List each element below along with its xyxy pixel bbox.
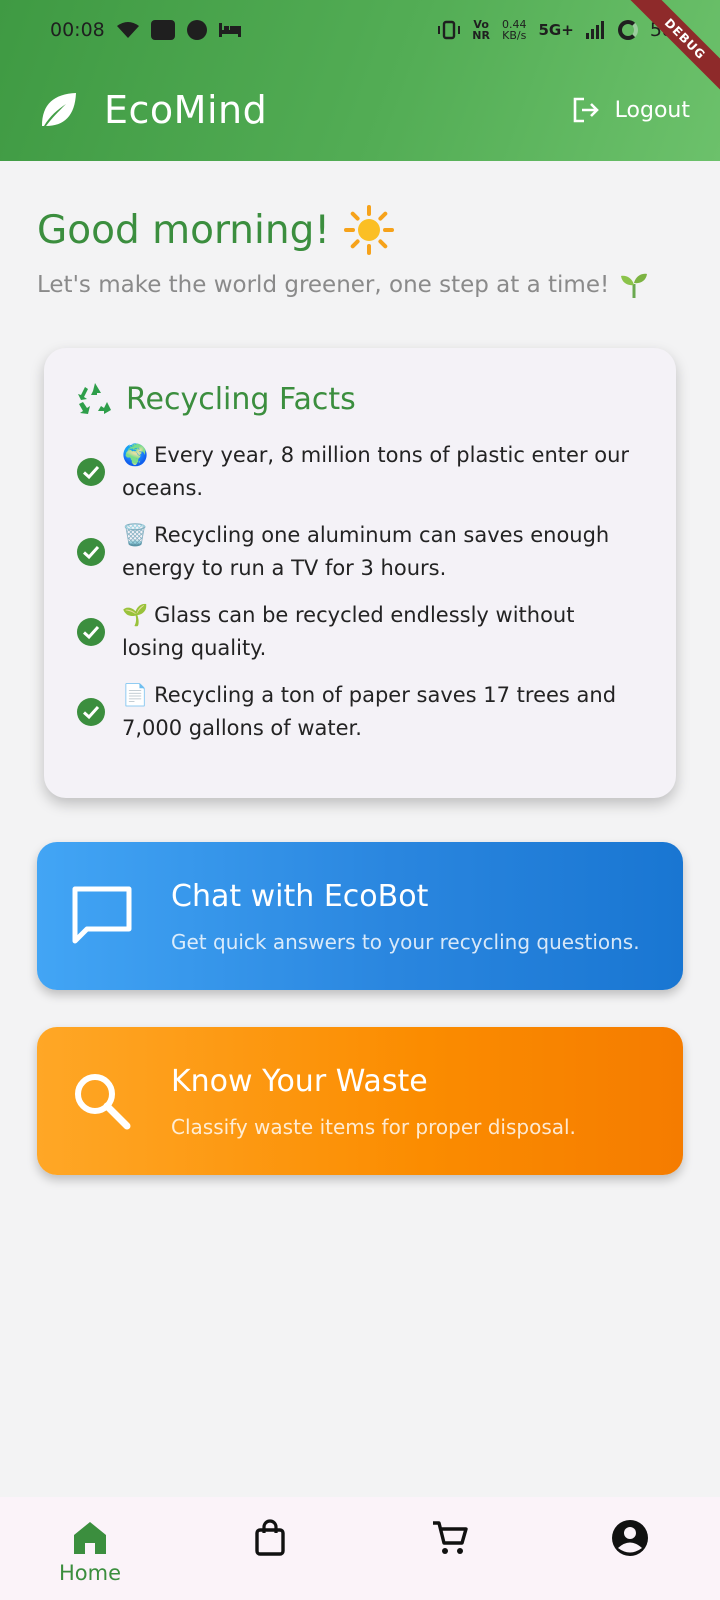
page-icon: 📄	[122, 683, 149, 707]
recycle-icon	[78, 383, 111, 414]
check-circle-icon	[77, 618, 105, 646]
signal-icon	[585, 21, 604, 39]
chat-card-title: Chat with EcoBot	[171, 878, 429, 914]
account-icon	[612, 1520, 648, 1556]
shopping-bag-icon	[255, 1519, 285, 1556]
link-icon	[150, 20, 175, 40]
nav-item-profile[interactable]	[570, 1519, 690, 1557]
recycling-facts-card: Recycling Facts 🌍 Every year, 8 million t…	[44, 348, 676, 798]
chat-card-description: Get quick answers to your recycling ques…	[171, 929, 640, 954]
logout-label: Logout	[614, 97, 690, 123]
vibrate-icon	[438, 20, 461, 40]
fact-text: Glass can be recycled endlessly without …	[122, 603, 575, 660]
status-bar: 00:08 Vo NR 0.44 KB/s 5G+	[0, 0, 720, 60]
wifi-icon	[116, 22, 139, 38]
bottom-navigation: Home	[0, 1497, 720, 1600]
check-circle-icon	[77, 538, 105, 566]
sun-icon	[343, 205, 394, 255]
seedling-icon: 🌱	[122, 603, 149, 627]
know-your-waste-card[interactable]: Know Your Waste Classify waste items for…	[37, 1027, 683, 1175]
app-bar: EcoMind Logout	[0, 70, 720, 150]
fact-text: Recycling a ton of paper saves 17 trees …	[122, 683, 617, 740]
fact-item: 📄 Recycling a ton of paper saves 17 trees…	[76, 672, 642, 752]
chat-bubble-icon	[72, 886, 132, 944]
cart-icon	[433, 1521, 468, 1554]
nav-label-home: Home	[58, 1561, 121, 1585]
clock-icon	[186, 20, 207, 40]
fact-item: 🌱 Glass can be recycled endlessly without…	[76, 592, 642, 672]
facts-title: Recycling Facts	[126, 381, 356, 417]
network-type: 5G+	[538, 21, 574, 39]
check-circle-icon	[77, 698, 105, 726]
fact-text: Every year, 8 million tons of plastic en…	[122, 443, 630, 500]
battery-icon	[617, 20, 638, 40]
nav-item-home[interactable]: Home	[30, 1519, 150, 1585]
logout-icon	[573, 97, 599, 123]
greeting-subtitle: Let's make the world greener, one step a…	[37, 270, 649, 300]
volte-indicator: Vo NR	[472, 18, 490, 42]
status-time: 00:08	[50, 19, 105, 41]
greeting-title: Good morning!	[37, 205, 394, 255]
subtitle-text: Let's make the world greener, one step a…	[37, 272, 610, 298]
waste-card-title: Know Your Waste	[171, 1063, 428, 1099]
fact-item: 🗑️ Recycling one aluminum can saves enoug…	[76, 512, 642, 592]
nav-item-cart[interactable]	[390, 1519, 510, 1557]
nav-item-shop[interactable]	[210, 1519, 330, 1557]
leaf-icon	[42, 93, 76, 126]
facts-header: Recycling Facts	[76, 380, 642, 418]
search-icon	[75, 1074, 131, 1130]
sprout-icon	[621, 273, 648, 298]
trash-can-icon: 🗑️	[122, 523, 149, 547]
fact-text: Recycling one aluminum can saves enough …	[122, 523, 610, 580]
waste-card-description: Classify waste items for proper disposal…	[171, 1114, 576, 1139]
network-speed: 0.44 KB/s	[501, 18, 527, 42]
bed-icon	[218, 23, 241, 37]
check-circle-icon	[77, 458, 105, 486]
globe-icon: 🌍	[122, 443, 149, 467]
chat-with-ecobot-card[interactable]: Chat with EcoBot Get quick answers to yo…	[37, 842, 683, 990]
home-icon	[74, 1522, 106, 1554]
app-header: 00:08 Vo NR 0.44 KB/s 5G+ DEBUG EcoMind …	[0, 0, 720, 161]
greeting-text: Good morning!	[37, 207, 330, 253]
app-title: EcoMind	[104, 88, 268, 132]
logout-button[interactable]: Logout	[571, 95, 690, 125]
fact-item: 🌍 Every year, 8 million tons of plastic e…	[76, 432, 642, 512]
